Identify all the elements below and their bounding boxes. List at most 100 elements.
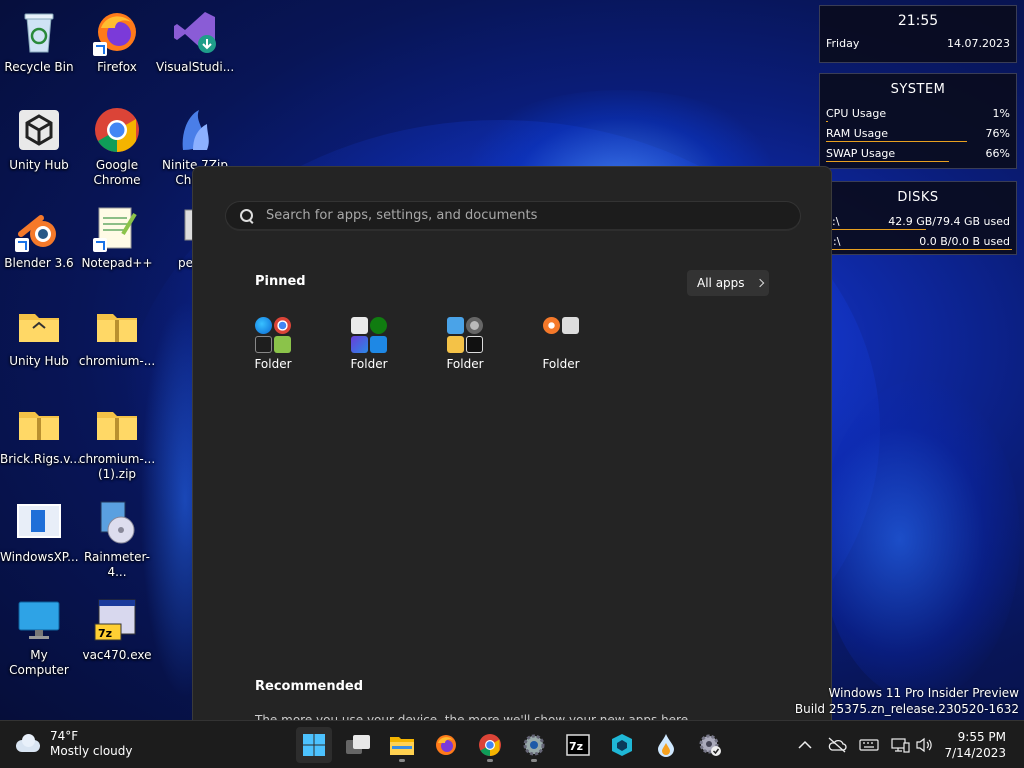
desktop-icon-blender[interactable]: Blender 3.6: [0, 204, 78, 271]
desktop-icon-label: Notepad++: [81, 256, 153, 270]
cpu-usage-value: 1%: [992, 106, 1010, 120]
pinned-folder-2[interactable]: Folder: [329, 317, 409, 371]
chrome-icon: [93, 106, 141, 154]
start-search-box[interactable]: [225, 201, 801, 231]
firefox-icon: [93, 8, 141, 56]
desktop-icon-firefox[interactable]: Firefox: [78, 8, 156, 75]
task-view-button[interactable]: [340, 727, 376, 763]
desktop-icon-unity-hub[interactable]: Unity Hub: [0, 106, 78, 173]
desktop-icon-label: VisualStudi...: [156, 60, 235, 74]
all-apps-button[interactable]: All apps: [687, 270, 769, 296]
system-widget: SYSTEM CPU Usage 1% RAM Usage 76% SWAP U…: [819, 73, 1017, 169]
desktop-icon-rainmeter[interactable]: Rainmeter-4...: [78, 498, 156, 580]
ninite-icon: [171, 106, 219, 154]
file-explorer-icon: [390, 737, 414, 755]
zip-folder-icon: [93, 400, 141, 448]
disk-c-bar: [826, 229, 927, 230]
show-hidden-icons-button[interactable]: [795, 735, 815, 755]
start-button[interactable]: [296, 727, 332, 763]
cube-app-icon: [612, 734, 632, 756]
volume-tray[interactable]: [914, 735, 934, 755]
visual-studio-icon: [171, 8, 219, 56]
cpu-usage-row: CPU Usage 1%: [820, 103, 1016, 123]
swap-usage-row: SWAP Usage 66%: [820, 143, 1016, 163]
disk-c-row: c:\ 42.9 GB/79.4 GB used: [820, 211, 1016, 231]
firefox-icon: [436, 735, 456, 755]
app-taskbar-button[interactable]: [604, 727, 640, 763]
shortcut-arrow-icon: [15, 238, 29, 252]
system-widget-title: SYSTEM: [890, 82, 946, 97]
desktop-icon-my-computer[interactable]: My Computer: [0, 596, 78, 678]
folder-icon: [15, 302, 63, 350]
disk-d-row: d:\ 0.0 B/0.0 B used: [820, 231, 1016, 251]
weather-temp: 74°F: [50, 729, 79, 743]
pinned-label: Folder: [254, 357, 292, 371]
task-view-icon: [346, 735, 370, 754]
chevron-right-icon: [755, 278, 764, 288]
desktop-icon-label: Firefox: [97, 60, 137, 74]
pinned-label: Folder: [446, 357, 484, 371]
firefox-taskbar-button[interactable]: [428, 727, 464, 763]
pinned-folder-4[interactable]: Folder: [521, 317, 601, 371]
desktop-icon-label: Unity Hub: [9, 158, 69, 172]
watermark-build: Build 25375.zn_release.230520-1632: [794, 702, 1019, 716]
svg-text:7z: 7z: [98, 627, 112, 640]
cpu-usage-bar: [826, 121, 828, 122]
ram-usage-row: RAM Usage 76%: [820, 123, 1016, 143]
ram-usage-bar: [826, 141, 968, 142]
file-explorer-button[interactable]: [384, 727, 420, 763]
network-tray[interactable]: [890, 735, 910, 755]
running-indicator: [399, 759, 405, 762]
taskbar-clock[interactable]: 9:55 PM 7/14/2023: [942, 729, 1006, 761]
desktop-icon-windowsxp[interactable]: WindowsXP...: [0, 498, 79, 565]
keyboard-tray[interactable]: [859, 735, 879, 755]
pinned-folder-1[interactable]: Folder: [233, 317, 313, 371]
ram-usage-label: RAM Usage: [826, 126, 888, 140]
taskbar-date: 7/14/2023: [944, 746, 1006, 760]
unity-icon: [15, 106, 63, 154]
desktop-icon-notepadpp[interactable]: Notepad++: [78, 204, 156, 271]
seven-zip-icon: 7z: [566, 734, 590, 756]
chrome-taskbar-button[interactable]: [472, 727, 508, 763]
clock-widget: 21:55 Friday 14.07.2023: [819, 5, 1017, 63]
desktop-icon-brick-rigs[interactable]: Brick.Rigs.v...: [0, 400, 81, 467]
rainmeter-taskbar-button[interactable]: [648, 727, 684, 763]
recommended-heading: Recommended: [255, 679, 364, 694]
seven-zip-taskbar-button[interactable]: 7z: [560, 727, 596, 763]
disks-widget-title: DISKS: [897, 190, 939, 205]
desktop-icon-vac470[interactable]: 7z vac470.exe: [78, 596, 156, 663]
desktop-icon-label: chromium-...: [78, 354, 156, 368]
cloud-icon: [14, 734, 42, 754]
desktop-icon-visual-studio[interactable]: VisualStudi...: [156, 8, 234, 75]
svg-text:7z: 7z: [569, 740, 583, 753]
desktop-icon-label: My Computer: [9, 648, 69, 677]
cloud-offline-tray[interactable]: [827, 735, 847, 755]
swap-usage-label: SWAP Usage: [826, 146, 896, 160]
wallpaper-bloom-right: [820, 380, 1020, 700]
watermark-edition: Windows 11 Pro Insider Preview: [828, 686, 1019, 700]
weather-widget[interactable]: 74°F Mostly cloudy: [14, 729, 133, 759]
pinned-heading: Pinned: [255, 274, 306, 289]
folder-group-icon: [351, 317, 387, 353]
desktop-icon-label: Blender 3.6: [4, 256, 74, 270]
disk-d-bar: [826, 249, 1012, 250]
taskbar-time: 9:55 PM: [957, 730, 1006, 744]
desktop-icon-recycle-bin[interactable]: Recycle Bin: [0, 8, 78, 75]
settings-taskbar-button[interactable]: [516, 727, 552, 763]
desktop-icon-chromium-zip[interactable]: chromium-...: [78, 302, 156, 369]
desktop-icon-label: WindowsXP...: [0, 550, 79, 564]
pinned-folder-3[interactable]: Folder: [425, 317, 505, 371]
cpu-usage-label: CPU Usage: [826, 106, 887, 120]
all-apps-label: All apps: [697, 276, 745, 290]
start-search-input[interactable]: [266, 208, 766, 223]
desktop-icon-unity-hub-folder[interactable]: Unity Hub: [0, 302, 78, 369]
desktop-icon-chromium-zip-1[interactable]: chromium-... (1).zip: [78, 400, 156, 482]
weather-desc: Mostly cloudy: [50, 744, 133, 758]
chrome-icon: [479, 734, 501, 756]
desktop-icon-google-chrome[interactable]: Google Chrome: [78, 106, 156, 188]
zip-folder-icon: [15, 400, 63, 448]
folder-group-icon: [543, 317, 579, 353]
settings-check-taskbar-button[interactable]: [692, 727, 728, 763]
cloud-off-icon: [828, 737, 847, 753]
search-icon: [240, 208, 254, 223]
